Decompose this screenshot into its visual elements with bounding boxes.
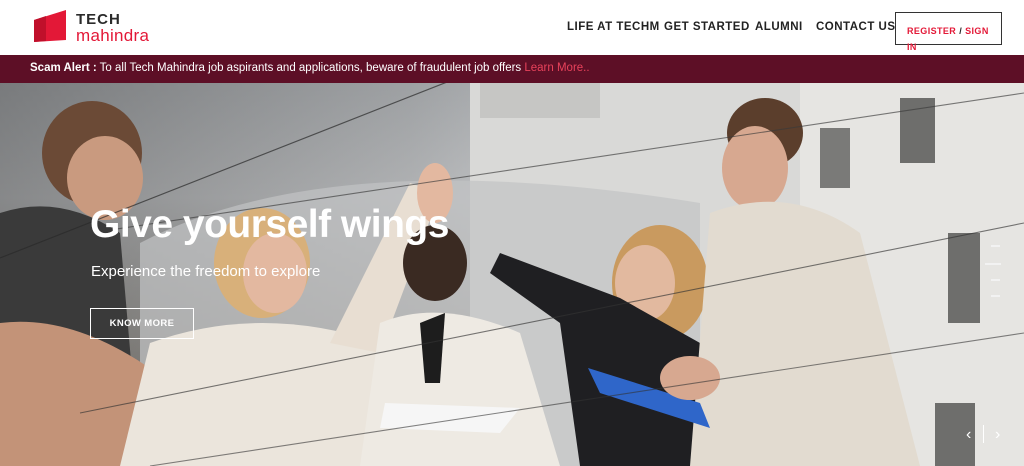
scam-alert-bar: Scam Alert : To all Tech Mahindra job as… [0, 55, 1024, 83]
slide-dot-4[interactable] [991, 295, 1000, 297]
site-header: TECH mahindra LIFE AT TECHM GET STARTED … [0, 0, 1024, 55]
nav-alumni[interactable]: ALUMNI [755, 21, 803, 33]
register-sign-in-button[interactable]: REGISTER / SIGN IN [895, 12, 1002, 52]
prev-slide-chevron-left-icon[interactable]: ‹ [966, 426, 971, 444]
slide-dot-1[interactable] [991, 245, 1000, 247]
logo-mark-icon [34, 10, 66, 42]
learn-more-link[interactable]: Learn More.. [524, 62, 589, 74]
hero-banner: Give yourself wings Experience the freed… [0, 83, 1024, 466]
scam-alert-text: To all Tech Mahindra job aspirants and a… [96, 62, 525, 74]
hero-subtitle: Experience the freedom to explore [91, 263, 321, 280]
slide-indicators [985, 243, 1001, 303]
know-more-button[interactable]: KNOW MORE [90, 308, 194, 339]
slide-dot-3[interactable] [991, 279, 1000, 281]
hero-title: Give yourself wings [90, 203, 449, 246]
scam-alert-label: Scam Alert : [30, 62, 97, 74]
register-sign-in-label: REGISTER / SIGN IN [907, 23, 997, 55]
register-separator: / [959, 26, 963, 36]
slide-dot-2-active[interactable] [985, 263, 1001, 265]
nav-get-started[interactable]: GET STARTED [664, 21, 750, 33]
nav-contact-us[interactable]: CONTACT US [816, 21, 896, 33]
nav-life-at-techm[interactable]: LIFE AT TECHM [567, 21, 660, 33]
logo-text-mahindra: mahindra [76, 26, 150, 45]
register-label: REGISTER [907, 26, 957, 36]
tech-mahindra-logo[interactable]: TECH mahindra [32, 8, 192, 48]
arrow-divider [983, 425, 984, 443]
next-slide-chevron-right-icon[interactable]: › [995, 426, 1000, 444]
